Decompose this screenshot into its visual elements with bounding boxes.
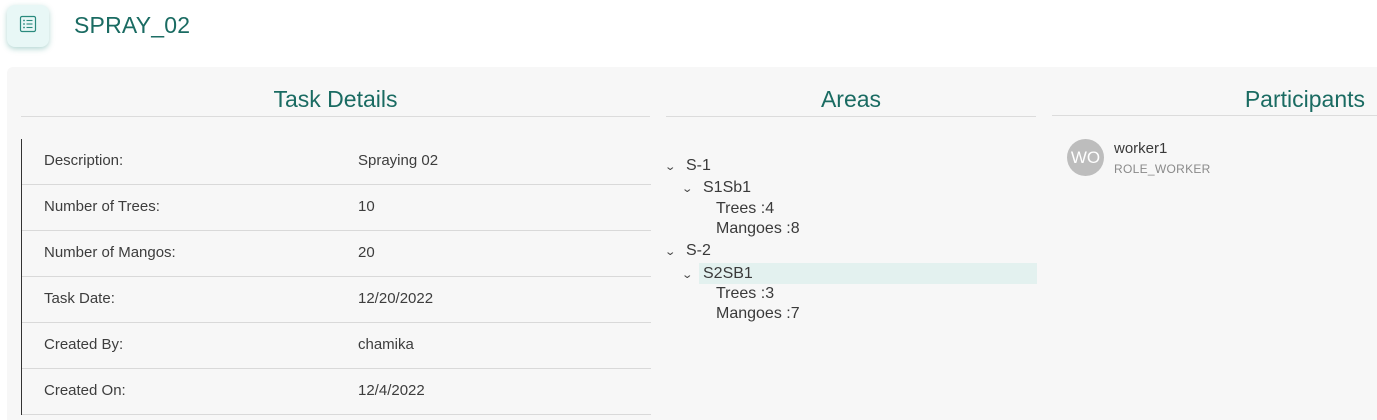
- task-details-title: Task Details: [21, 84, 650, 117]
- detail-label: Created On:: [44, 382, 126, 399]
- tree-node-s1sb1[interactable]: ⌄ S1Sb1: [681, 177, 752, 200]
- chevron-down-icon[interactable]: ⌄: [664, 157, 680, 178]
- tree-leaf-trees: Trees :4: [716, 200, 775, 217]
- detail-label: Number of Trees:: [44, 198, 160, 215]
- detail-row-created-by: Created By: chamika: [22, 323, 651, 369]
- page-header: SPRAY_02: [0, 0, 1377, 62]
- detail-row-description: Description: Spraying 02: [22, 139, 651, 185]
- tree-node-s1[interactable]: ⌄ S-1: [664, 155, 711, 178]
- tree-node-label: S-2: [686, 242, 711, 259]
- detail-label: Task Date:: [44, 290, 115, 307]
- tree-node-label: S2SB1: [703, 265, 753, 282]
- detail-label: Number of Mangos:: [44, 244, 176, 261]
- participant-item[interactable]: WO worker1 ROLE_WORKER: [1066, 139, 1366, 179]
- list-icon: [19, 15, 37, 38]
- detail-row-created-on: Created On: 12/4/2022: [22, 369, 651, 415]
- tree-leaf-mangoes: Mangoes :7: [716, 305, 800, 322]
- chevron-down-icon[interactable]: ⌄: [664, 242, 680, 263]
- chevron-down-icon[interactable]: ⌄: [681, 265, 697, 286]
- detail-value: 10: [358, 198, 375, 215]
- detail-value: chamika: [358, 336, 414, 353]
- participant-role: ROLE_WORKER: [1114, 162, 1211, 176]
- tree-leaf-trees: Trees :3: [716, 285, 775, 302]
- areas-title: Areas: [666, 84, 1036, 117]
- detail-row-mangos: Number of Mangos: 20: [22, 231, 651, 277]
- detail-row-trees: Number of Trees: 10: [22, 185, 651, 231]
- task-details-table: Description: Spraying 02 Number of Trees…: [21, 139, 651, 415]
- tree-node-label: S-1: [686, 157, 711, 174]
- chevron-down-icon[interactable]: ⌄: [681, 179, 697, 200]
- detail-label: Created By:: [44, 336, 124, 353]
- participant-name: worker1: [1114, 140, 1168, 157]
- tree-node-s2sb1[interactable]: ⌄ S2SB1: [681, 263, 753, 286]
- detail-value: 12/4/2022: [358, 382, 425, 399]
- detail-label: Description:: [44, 152, 124, 169]
- task-list-button[interactable]: [7, 5, 49, 47]
- detail-value: 20: [358, 244, 375, 261]
- detail-value: 12/20/2022: [358, 290, 434, 307]
- participants-title: Participants: [1052, 84, 1377, 116]
- tree-node-label: S1Sb1: [703, 179, 752, 196]
- tree-leaf-mangoes: Mangoes :8: [716, 220, 800, 237]
- detail-row-task-date: Task Date: 12/20/2022: [22, 277, 651, 323]
- tree-node-s2[interactable]: ⌄ S-2: [664, 240, 711, 263]
- avatar: WO: [1067, 139, 1104, 176]
- detail-value: Spraying 02: [358, 152, 439, 169]
- page-title: SPRAY_02: [74, 12, 191, 38]
